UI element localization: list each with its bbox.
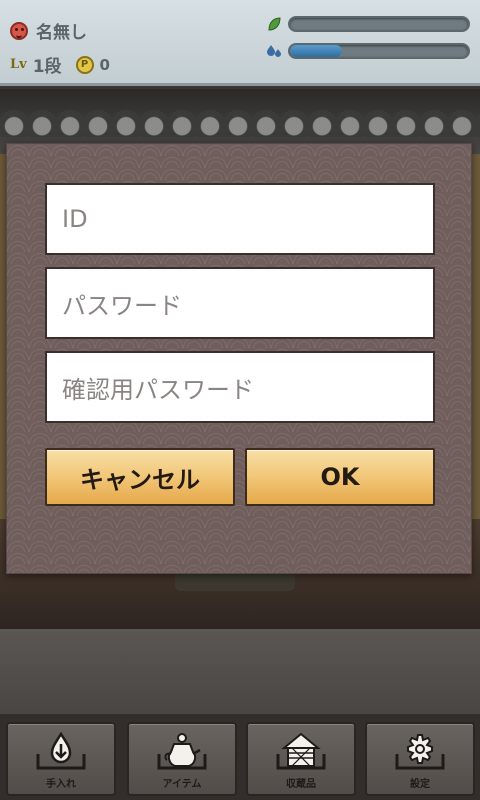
nav-item-button[interactable]: アイテム: [127, 722, 237, 796]
water-gauge: [288, 43, 470, 59]
storehouse-icon: [276, 732, 326, 770]
nav-settings-button[interactable]: 設定: [365, 722, 475, 796]
nav-item-label: アイテム: [162, 779, 202, 790]
nav-settings-label: 設定: [410, 779, 430, 790]
bottom-nav: 手入れ アイテム 収蔵品 設定: [0, 714, 480, 800]
leaf-icon: [268, 17, 281, 31]
teapot-icon: [157, 733, 207, 770]
level-label: Lv: [10, 57, 27, 72]
water-gauge-fill: [290, 45, 342, 57]
water-drops-icon: [267, 45, 281, 57]
water-drop-icon: [36, 731, 86, 770]
status-header: 名無し Lv 1段 P 0: [0, 0, 480, 86]
gear-icon: [395, 734, 445, 770]
points-value: 0: [99, 55, 110, 74]
face-icon: [10, 21, 28, 40]
rank-value: 1段: [32, 57, 62, 77]
level-row: Lv 1段 P 0: [10, 52, 110, 77]
points-icon: P: [75, 55, 94, 74]
register-dialog: ID パスワード 確認用パスワード キャンセル OK: [6, 143, 472, 574]
password-input[interactable]: パスワード: [45, 267, 435, 339]
leaf-gauge: [288, 16, 470, 32]
id-input[interactable]: ID: [45, 183, 435, 255]
player-name: 名無し: [36, 23, 87, 43]
confirm-password-input[interactable]: 確認用パスワード: [45, 351, 435, 423]
ok-button[interactable]: OK: [245, 448, 435, 506]
nav-care-button[interactable]: 手入れ: [6, 722, 116, 796]
cancel-button[interactable]: キャンセル: [45, 448, 235, 506]
floor-edge: [0, 629, 480, 714]
nav-collection-button[interactable]: 収蔵品: [246, 722, 356, 796]
player-row: 名無し: [10, 18, 87, 43]
nav-collection-label: 収蔵品: [286, 779, 316, 790]
nav-care-label: 手入れ: [46, 779, 76, 790]
